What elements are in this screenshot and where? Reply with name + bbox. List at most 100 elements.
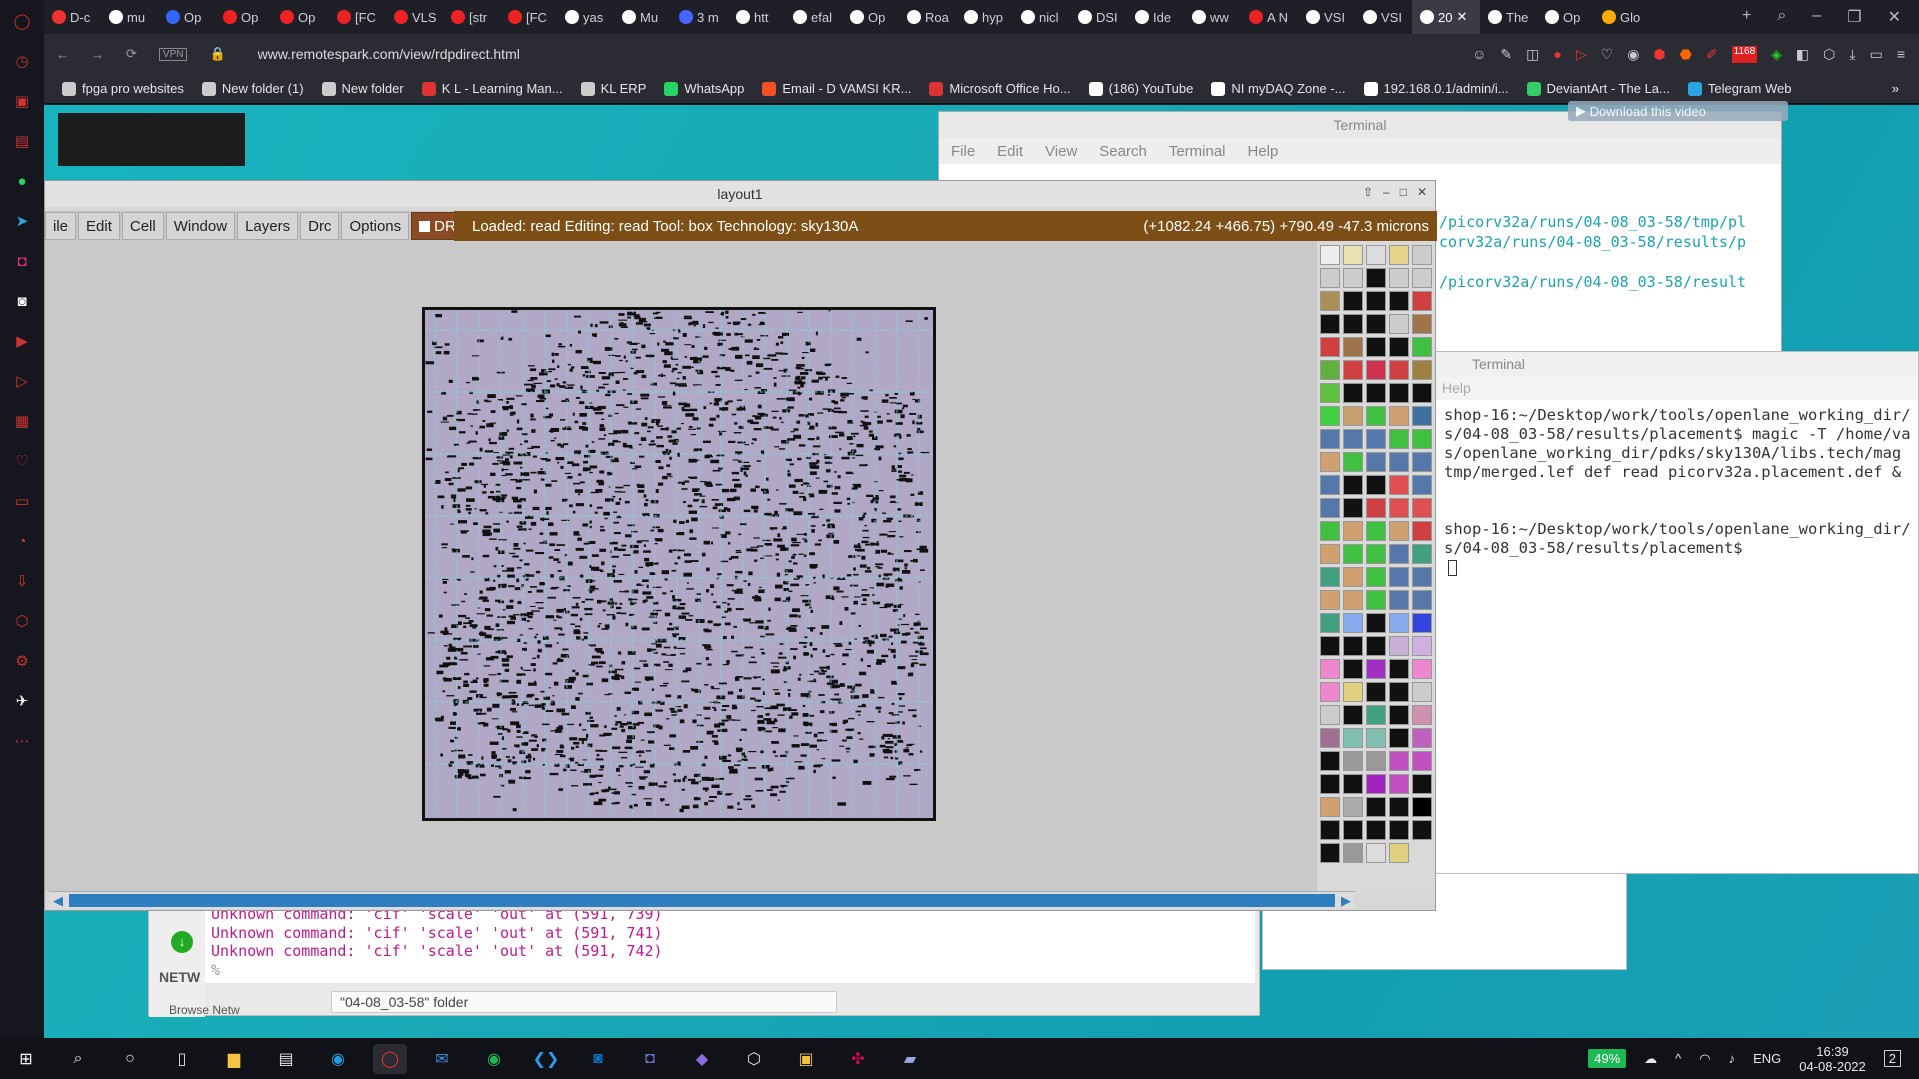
file-explorer-icon[interactable]: ▆: [217, 1044, 251, 1074]
browser-tab[interactable]: DSI: [1070, 0, 1127, 34]
layer-swatch[interactable]: [1343, 475, 1363, 495]
twitch-icon[interactable]: ▤: [9, 128, 35, 154]
layer-swatch[interactable]: [1412, 728, 1432, 748]
layer-swatch[interactable]: [1343, 383, 1363, 403]
browser-tab[interactable]: Roa: [899, 0, 956, 34]
apps-icon[interactable]: ▦: [9, 408, 35, 434]
layer-swatch[interactable]: [1389, 383, 1409, 403]
layer-swatch[interactable]: [1412, 406, 1432, 426]
layer-palette[interactable]: [1317, 241, 1435, 891]
layer-swatch[interactable]: [1320, 843, 1340, 863]
browser-tab[interactable]: Op: [215, 0, 272, 34]
cards-icon[interactable]: ▭: [9, 488, 35, 514]
layer-swatch[interactable]: [1366, 452, 1386, 472]
layer-swatch[interactable]: [1343, 521, 1363, 541]
browser-tab[interactable]: A N: [1241, 0, 1298, 34]
instagram-icon[interactable]: ◘: [9, 248, 35, 274]
layer-swatch[interactable]: [1412, 544, 1432, 564]
bookmark[interactable]: New folder (1): [201, 81, 304, 96]
layer-swatch[interactable]: [1343, 682, 1363, 702]
layer-swatch[interactable]: [1412, 521, 1432, 541]
vscode-icon[interactable]: ❮❯: [529, 1044, 563, 1074]
terminal-menu-item[interactable]: Help: [1248, 143, 1279, 160]
layer-swatch[interactable]: [1389, 751, 1409, 771]
layer-swatch[interactable]: [1389, 636, 1409, 656]
edge-icon[interactable]: ◉: [321, 1044, 355, 1074]
shopping-icon[interactable]: ▣: [9, 88, 35, 114]
bookmark[interactable]: (186) YouTube: [1088, 81, 1193, 96]
layer-swatch[interactable]: [1412, 820, 1432, 840]
layer-swatch[interactable]: [1343, 636, 1363, 656]
mail-icon[interactable]: ✉: [425, 1044, 459, 1074]
layer-swatch[interactable]: [1412, 751, 1432, 771]
layer-swatch[interactable]: [1343, 567, 1363, 587]
layer-swatch[interactable]: [1320, 820, 1340, 840]
layer-swatch[interactable]: [1366, 728, 1386, 748]
layer-swatch[interactable]: [1343, 291, 1363, 311]
layer-swatch[interactable]: [1320, 268, 1340, 288]
brave-icon[interactable]: ⬣: [1680, 46, 1692, 63]
magic-menu-drc[interactable]: Drc: [300, 212, 340, 240]
layer-swatch[interactable]: [1366, 475, 1386, 495]
flow-icon[interactable]: ✈: [9, 688, 35, 714]
browser-tab[interactable]: yas: [557, 0, 614, 34]
layer-swatch[interactable]: [1412, 337, 1432, 357]
pen-icon[interactable]: ✐: [1706, 46, 1718, 63]
cube-icon[interactable]: ⬡: [737, 1044, 771, 1074]
bookmark[interactable]: Telegram Web: [1687, 81, 1791, 96]
layer-swatch[interactable]: [1366, 429, 1386, 449]
layer-swatch[interactable]: [1343, 406, 1363, 426]
close-tab-icon[interactable]: ✕: [1456, 9, 1467, 25]
layer-swatch[interactable]: [1320, 452, 1340, 472]
onedrive-icon[interactable]: ☁: [1644, 1051, 1657, 1067]
layer-swatch[interactable]: [1343, 659, 1363, 679]
minimize-icon[interactable]: –: [1383, 185, 1390, 199]
layer-swatch[interactable]: [1366, 498, 1386, 518]
layer-swatch[interactable]: [1366, 843, 1386, 863]
layer-swatch[interactable]: [1320, 383, 1340, 403]
search-icon[interactable]: ⌕: [61, 1044, 95, 1074]
layer-swatch[interactable]: [1366, 291, 1386, 311]
magic-menu-layers[interactable]: Layers: [237, 212, 299, 240]
layer-swatch[interactable]: [1412, 429, 1432, 449]
magic-menu-window[interactable]: Window: [165, 212, 236, 240]
layer-swatch[interactable]: [1343, 820, 1363, 840]
layer-swatch[interactable]: [1366, 751, 1386, 771]
magic-menu-cell[interactable]: Cell: [121, 212, 164, 240]
layer-swatch[interactable]: [1412, 682, 1432, 702]
layer-swatch[interactable]: [1389, 245, 1409, 265]
layer-swatch[interactable]: [1320, 751, 1340, 771]
bookmark[interactable]: DeviantArt - The La...: [1526, 81, 1670, 96]
layer-swatch[interactable]: [1389, 406, 1409, 426]
layer-swatch[interactable]: [1412, 797, 1432, 817]
layer-swatch[interactable]: [1412, 383, 1432, 403]
layer-swatch[interactable]: [1366, 682, 1386, 702]
vivado-icon[interactable]: ◆: [685, 1044, 719, 1074]
browser-tab[interactable]: [FC: [500, 0, 557, 34]
snapshot-icon[interactable]: ◫: [1526, 46, 1539, 63]
layer-swatch[interactable]: [1320, 659, 1340, 679]
wifi-icon[interactable]: ◠: [1699, 1051, 1710, 1067]
layer-swatch[interactable]: [1343, 245, 1363, 265]
slack-icon[interactable]: ✣: [841, 1044, 875, 1074]
layer-swatch[interactable]: [1343, 728, 1363, 748]
browser-tab[interactable]: 3 m: [671, 0, 728, 34]
extension-icon[interactable]: ◉: [1627, 46, 1639, 63]
layer-swatch[interactable]: [1343, 613, 1363, 633]
layer-swatch[interactable]: [1320, 498, 1340, 518]
search-icon[interactable]: ⌕: [1777, 7, 1786, 27]
terminal-menu-item[interactable]: File: [951, 143, 975, 160]
layer-swatch[interactable]: [1389, 498, 1409, 518]
browser-tab[interactable]: Glo: [1594, 0, 1651, 34]
camera-icon[interactable]: ◧: [1796, 46, 1809, 63]
terminal-menu-item[interactable]: View: [1045, 143, 1077, 160]
magic-layout-window[interactable]: layout1 ⇧ – □ ✕ ile Edit Cell Window Layers Drc O…: [44, 180, 1437, 911]
layer-swatch[interactable]: [1412, 314, 1432, 334]
opera-icon[interactable]: ◯: [373, 1043, 407, 1074]
layer-swatch[interactable]: [1320, 705, 1340, 725]
reload-icon[interactable]: ⟳: [126, 46, 137, 62]
windows-start-icon[interactable]: ⊞: [9, 1044, 43, 1074]
layer-swatch[interactable]: [1320, 590, 1340, 610]
layer-swatch[interactable]: [1366, 705, 1386, 725]
layer-swatch[interactable]: [1320, 406, 1340, 426]
